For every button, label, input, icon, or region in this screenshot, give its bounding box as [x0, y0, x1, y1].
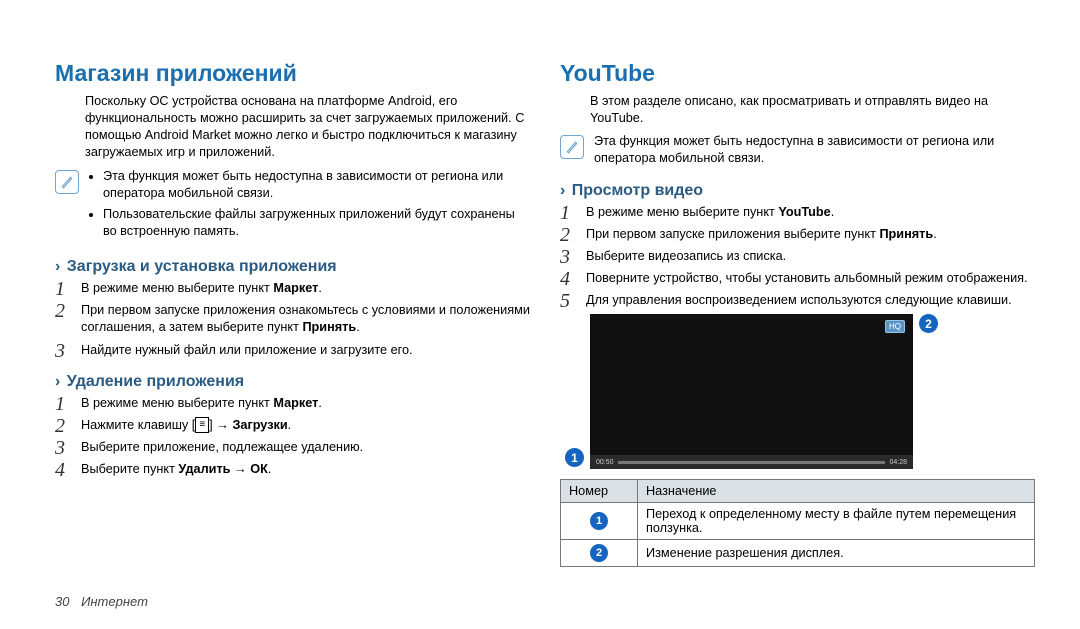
hq-badge: HQ	[885, 320, 905, 333]
step: Выберите приложение, подлежащее удалению…	[55, 439, 530, 456]
video-progress-bar: 00:50 04:28	[590, 455, 913, 469]
cell-number: 1	[561, 503, 638, 540]
note-body: Эта функция может быть недоступна в зави…	[594, 133, 1035, 167]
time-elapsed: 00:50	[596, 459, 614, 466]
step: Для управления воспроизведением использу…	[560, 292, 1035, 309]
step: Нажмите клавишу [≡] → Загрузки.	[55, 417, 530, 434]
callout-function-table: Номер Назначение 1 Переход к определенно…	[560, 479, 1035, 567]
video-screen	[590, 314, 913, 469]
number-badge: 2	[590, 544, 608, 562]
note-youtube: Эта функция может быть недоступна в зави…	[560, 133, 1035, 167]
cell-function: Изменение разрешения дисплея.	[638, 540, 1035, 567]
column-left: Магазин приложений Поскольку ОС устройст…	[55, 60, 530, 567]
note-icon	[55, 170, 79, 194]
step: Найдите нужный файл или приложение и заг…	[55, 342, 530, 359]
step: Поверните устройство, чтобы установить а…	[560, 270, 1035, 287]
video-player-mock: HQ 00:50 04:28 1 2	[590, 314, 913, 469]
heading-appstore: Магазин приложений	[55, 60, 530, 87]
note-body: Эта функция может быть недоступна в зави…	[89, 168, 530, 245]
note-item: Пользовательские файлы загруженных прило…	[103, 206, 530, 240]
page-footer: 30 Интернет	[55, 594, 1035, 609]
note-appstore: Эта функция может быть недоступна в зави…	[55, 168, 530, 245]
intro-youtube: В этом разделе описано, как просматриват…	[590, 93, 1035, 127]
note-item: Эта функция может быть недоступна в зави…	[103, 168, 530, 202]
page: Магазин приложений Поскольку ОС устройст…	[0, 0, 1080, 629]
chevron-right-icon: ›	[560, 182, 565, 199]
table-row: 1 Переход к определенному месту в файле …	[561, 503, 1035, 540]
table-header-row: Номер Назначение	[561, 480, 1035, 503]
callout-2: 2	[919, 314, 938, 333]
menu-key-icon: ≡	[195, 417, 209, 433]
column-wrap: Магазин приложений Поскольку ОС устройст…	[55, 60, 1035, 567]
subheading-delete-app: › Удаление приложения	[55, 373, 530, 391]
steps-watch-video: В режиме меню выберите пункт YouTube. Пр…	[560, 204, 1035, 310]
column-right: YouTube В этом разделе описано, как прос…	[560, 60, 1035, 567]
subheading-download-install: › Загрузка и установка приложения	[55, 258, 530, 276]
table-row: 2 Изменение разрешения дисплея.	[561, 540, 1035, 567]
step: Выберите пункт Удалить → ОК.	[55, 461, 530, 478]
cell-function: Переход к определенному месту в файле пу…	[638, 503, 1035, 540]
step: В режиме меню выберите пункт Маркет.	[55, 395, 530, 412]
heading-youtube: YouTube	[560, 60, 1035, 87]
step: В режиме меню выберите пункт Маркет.	[55, 280, 530, 297]
step: В режиме меню выберите пункт YouTube.	[560, 204, 1035, 221]
header-function: Назначение	[638, 480, 1035, 503]
time-total: 04:28	[889, 459, 907, 466]
callout-1: 1	[565, 448, 584, 467]
progress-track	[618, 461, 886, 464]
page-number: 30	[55, 594, 69, 609]
step: При первом запуске приложения выберите п…	[560, 226, 1035, 243]
note-icon	[560, 135, 584, 159]
chevron-right-icon: ›	[55, 258, 60, 275]
number-badge: 1	[590, 512, 608, 530]
intro-appstore: Поскольку ОС устройства основана на плат…	[85, 93, 530, 162]
header-number: Номер	[561, 480, 638, 503]
chevron-right-icon: ›	[55, 373, 60, 390]
cell-number: 2	[561, 540, 638, 567]
subheading-watch-video: › Просмотр видео	[560, 182, 1035, 200]
chapter-name: Интернет	[81, 594, 148, 609]
steps-download-install: В режиме меню выберите пункт Маркет. При…	[55, 280, 530, 359]
steps-delete-app: В режиме меню выберите пункт Маркет. Наж…	[55, 395, 530, 479]
step: При первом запуске приложения ознакомьте…	[55, 302, 530, 336]
step: Выберите видеозапись из списка.	[560, 248, 1035, 265]
